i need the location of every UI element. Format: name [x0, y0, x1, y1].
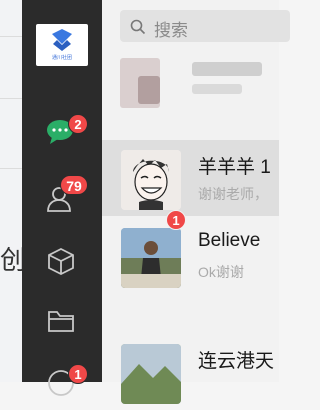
app-logo[interactable]: 通川社团 [36, 24, 88, 66]
sidebar: 通川社团 2 79 1 [22, 0, 102, 396]
chat-avatar [121, 228, 181, 288]
mini-programs-nav-icon[interactable] [46, 246, 76, 276]
chat-avatar [121, 344, 181, 404]
chat-row[interactable]: 1 Believe Ok谢谢 [102, 210, 279, 294]
chat-last-message: Ok谢谢 [198, 264, 244, 280]
search-placeholder: 搜索 [154, 21, 188, 40]
chat-list: 搜索 羊羊羊 1 谢谢老师， 1 Believe Ok谢谢 连云港天 [102, 0, 290, 404]
chat-row[interactable]: 羊羊羊 1 谢谢老师， [102, 140, 279, 216]
chat-last-message: 谢谢老师， [198, 186, 268, 202]
chat-row[interactable]: 连云港天 [102, 334, 279, 410]
chat-name: Believe [198, 230, 261, 251]
photo-avatar-icon [121, 228, 181, 288]
logo-icon [52, 29, 72, 51]
blurred-avatar-detail [138, 76, 160, 104]
cartoon-face-icon [121, 150, 181, 210]
moments-badge: 1 [68, 364, 88, 384]
files-nav-icon[interactable] [46, 308, 76, 338]
search-icon [130, 19, 146, 35]
blurred-message [192, 84, 242, 94]
search-bar[interactable]: 搜索 [120, 10, 290, 42]
chat-row-blurred[interactable] [102, 50, 279, 112]
chat-unread-badge: 1 [166, 210, 186, 230]
chat-avatar [121, 150, 181, 210]
chat-name: 羊羊羊 1 [198, 157, 271, 178]
folder-icon [48, 311, 74, 332]
chat-name: 连云港天 [198, 351, 275, 372]
cube-icon [48, 247, 74, 276]
chat-unread-badge: 2 [68, 114, 88, 134]
contacts-badge: 79 [60, 175, 88, 195]
landscape-avatar-icon [121, 344, 181, 404]
background-window-edge: 创 [0, 0, 26, 382]
logo-text: 通川社团 [51, 55, 72, 61]
blurred-name [192, 62, 262, 76]
